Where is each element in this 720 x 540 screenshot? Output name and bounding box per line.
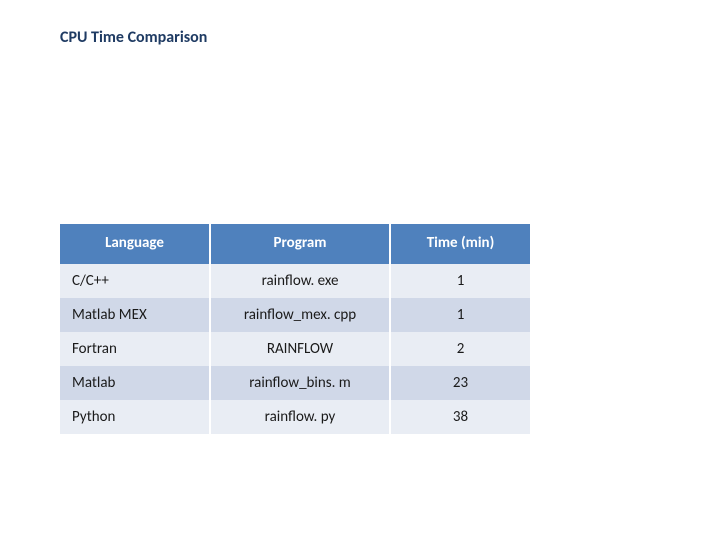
page: CPU Time Comparison Language Program Tim… (0, 0, 720, 540)
cell-time: 1 (390, 264, 530, 298)
table-body: C/C++ rainflow. exe 1 Matlab MEX rainflo… (60, 264, 530, 434)
cell-language: Python (60, 400, 210, 434)
cell-program: RAINFLOW (210, 332, 390, 366)
cell-time: 1 (390, 298, 530, 332)
table-row: Fortran RAINFLOW 2 (60, 332, 530, 366)
col-header-language: Language (60, 224, 210, 264)
col-header-time: Time (min) (390, 224, 530, 264)
cell-program: rainflow_mex. cpp (210, 298, 390, 332)
table-row: Matlab MEX rainflow_mex. cpp 1 (60, 298, 530, 332)
table-header-row: Language Program Time (min) (60, 224, 530, 264)
cell-language: Matlab (60, 366, 210, 400)
cell-time: 38 (390, 400, 530, 434)
table-row: Python rainflow. py 38 (60, 400, 530, 434)
cell-program: rainflow_bins. m (210, 366, 390, 400)
table-header: Language Program Time (min) (60, 224, 530, 264)
page-title: CPU Time Comparison (60, 28, 207, 47)
cpu-time-table: Language Program Time (min) C/C++ rainfl… (60, 224, 530, 434)
table-row: Matlab rainflow_bins. m 23 (60, 366, 530, 400)
table-row: C/C++ rainflow. exe 1 (60, 264, 530, 298)
cell-language: Fortran (60, 332, 210, 366)
cell-language: C/C++ (60, 264, 210, 298)
col-header-program: Program (210, 224, 390, 264)
cell-time: 23 (390, 366, 530, 400)
cell-language: Matlab MEX (60, 298, 210, 332)
cell-time: 2 (390, 332, 530, 366)
cell-program: rainflow. py (210, 400, 390, 434)
cell-program: rainflow. exe (210, 264, 390, 298)
